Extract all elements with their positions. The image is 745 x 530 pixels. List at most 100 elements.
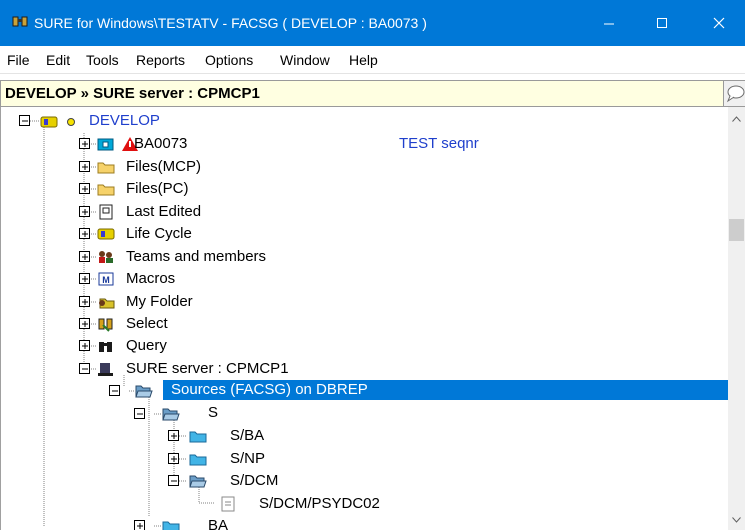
expand-toggle[interactable] xyxy=(79,161,90,172)
plus-icon xyxy=(82,276,88,282)
document-edit-icon xyxy=(99,204,113,220)
expand-toggle[interactable] xyxy=(79,251,90,262)
minus-icon xyxy=(137,413,143,415)
scroll-up-icon[interactable] xyxy=(732,116,741,122)
macro-icon: M xyxy=(98,272,114,286)
minus-icon xyxy=(82,368,88,370)
minus-icon xyxy=(171,480,177,482)
lifecycle-icon xyxy=(97,228,115,240)
status-dot-icon xyxy=(67,118,75,126)
plus-icon xyxy=(82,321,88,327)
tree-node-label[interactable]: Query xyxy=(126,337,167,355)
menu-window[interactable]: Window xyxy=(280,52,330,68)
window-title: SURE for Windows\TESTATV - FACSG ( DEVEL… xyxy=(34,15,427,31)
expand-toggle[interactable] xyxy=(79,340,90,351)
maximize-icon xyxy=(657,18,667,28)
open-folder-icon xyxy=(162,408,180,421)
plus-icon xyxy=(82,231,88,237)
plus-icon xyxy=(137,523,143,529)
tree-node-label[interactable]: BA xyxy=(208,517,228,530)
develop-node-icon xyxy=(40,116,58,128)
collapse-toggle[interactable] xyxy=(168,475,179,486)
tree-node-label[interactable]: Files(MCP) xyxy=(126,158,201,176)
close-icon xyxy=(713,17,725,29)
file-icon xyxy=(221,496,235,512)
minus-icon xyxy=(22,120,28,122)
menu-file[interactable]: File xyxy=(7,52,30,68)
tree-node-label[interactable]: S/DCM/PSYDC02 xyxy=(259,495,380,513)
expand-toggle[interactable] xyxy=(79,228,90,239)
tree-node-label[interactable]: S/BA xyxy=(230,427,264,445)
tree-node-label[interactable]: Files(PC) xyxy=(126,180,189,198)
path-bar: DEVELOP » SURE server : CPMCP1 xyxy=(0,80,724,107)
tree-node-label[interactable]: Last Edited xyxy=(126,203,201,221)
vertical-scrollbar[interactable] xyxy=(728,107,745,530)
plus-icon xyxy=(82,209,88,215)
maximize-button[interactable] xyxy=(639,0,685,46)
expand-toggle[interactable] xyxy=(168,453,179,464)
minimize-button[interactable] xyxy=(586,0,632,46)
expand-toggle[interactable] xyxy=(79,183,90,194)
scroll-down-icon[interactable] xyxy=(732,517,741,523)
folder-icon xyxy=(189,431,207,443)
folder-icon xyxy=(162,521,180,530)
expand-toggle[interactable] xyxy=(79,206,90,217)
tree-node-label[interactable]: S/NP xyxy=(230,450,265,468)
plus-icon xyxy=(82,141,88,147)
team-icon xyxy=(99,251,113,263)
tree-node-annotation: TEST seqnr xyxy=(399,135,479,152)
collapse-toggle[interactable] xyxy=(134,408,145,419)
menu-options[interactable]: Options xyxy=(205,52,253,68)
speech-bubble-icon xyxy=(726,85,745,103)
plus-icon xyxy=(82,299,88,305)
tree-node-label[interactable]: Select xyxy=(126,315,168,333)
server-icon xyxy=(98,363,113,376)
binoculars-icon xyxy=(99,342,112,352)
plus-icon xyxy=(82,343,88,349)
tree-view[interactable]: DEVELOP BA0073 TEST seqnr Files(MCP) Fil… xyxy=(0,107,728,530)
close-button[interactable] xyxy=(696,0,742,46)
plus-icon xyxy=(82,186,88,192)
expand-toggle[interactable] xyxy=(79,138,90,149)
title-bar[interactable]: SURE for Windows\TESTATV - FACSG ( DEVEL… xyxy=(0,0,745,46)
collapse-toggle[interactable] xyxy=(109,385,120,396)
menu-reports[interactable]: Reports xyxy=(136,52,185,68)
open-folder-icon xyxy=(135,385,153,398)
binoculars-icon xyxy=(12,16,28,27)
tree-node-label[interactable]: Teams and members xyxy=(126,248,266,266)
expand-toggle[interactable] xyxy=(79,318,90,329)
plus-icon xyxy=(82,164,88,170)
path-bar-side[interactable] xyxy=(724,80,745,107)
tree-node-label[interactable]: My Folder xyxy=(126,293,193,311)
expand-toggle[interactable] xyxy=(79,296,90,307)
minus-icon xyxy=(112,390,118,392)
tree-node-label[interactable]: BA0073 xyxy=(134,135,187,153)
project-folder-icon xyxy=(97,138,114,151)
tree-node-label[interactable]: Sources (FACSG) on DBREP xyxy=(171,381,368,399)
menu-tools[interactable]: Tools xyxy=(86,52,119,68)
collapse-toggle[interactable] xyxy=(79,363,90,374)
expand-toggle[interactable] xyxy=(168,430,179,441)
scrollbar-thumb[interactable] xyxy=(729,219,744,241)
tree-root-label[interactable]: DEVELOP xyxy=(89,112,160,130)
menu-help[interactable]: Help xyxy=(349,52,378,68)
collapse-toggle[interactable] xyxy=(19,115,30,126)
select-icon xyxy=(98,318,113,332)
path-text: DEVELOP » SURE server : CPMCP1 xyxy=(5,85,260,102)
minimize-icon xyxy=(604,23,614,25)
expand-toggle[interactable] xyxy=(134,520,145,530)
plus-icon xyxy=(171,456,177,462)
svg-text:M: M xyxy=(102,275,110,285)
tree-node-label[interactable]: Macros xyxy=(126,270,175,288)
tree-node-label[interactable]: SURE server : CPMCP1 xyxy=(126,360,289,378)
expand-toggle[interactable] xyxy=(79,273,90,284)
folder-icon xyxy=(189,454,207,466)
my-folder-icon xyxy=(99,298,115,309)
tree-node-label[interactable]: S/DCM xyxy=(230,472,278,490)
tree-node-label[interactable]: S xyxy=(208,404,218,422)
menu-edit[interactable]: Edit xyxy=(46,52,70,68)
folder-icon xyxy=(97,184,115,196)
folder-icon xyxy=(97,162,115,174)
tree-node-label[interactable]: Life Cycle xyxy=(126,225,192,243)
plus-icon xyxy=(171,433,177,439)
